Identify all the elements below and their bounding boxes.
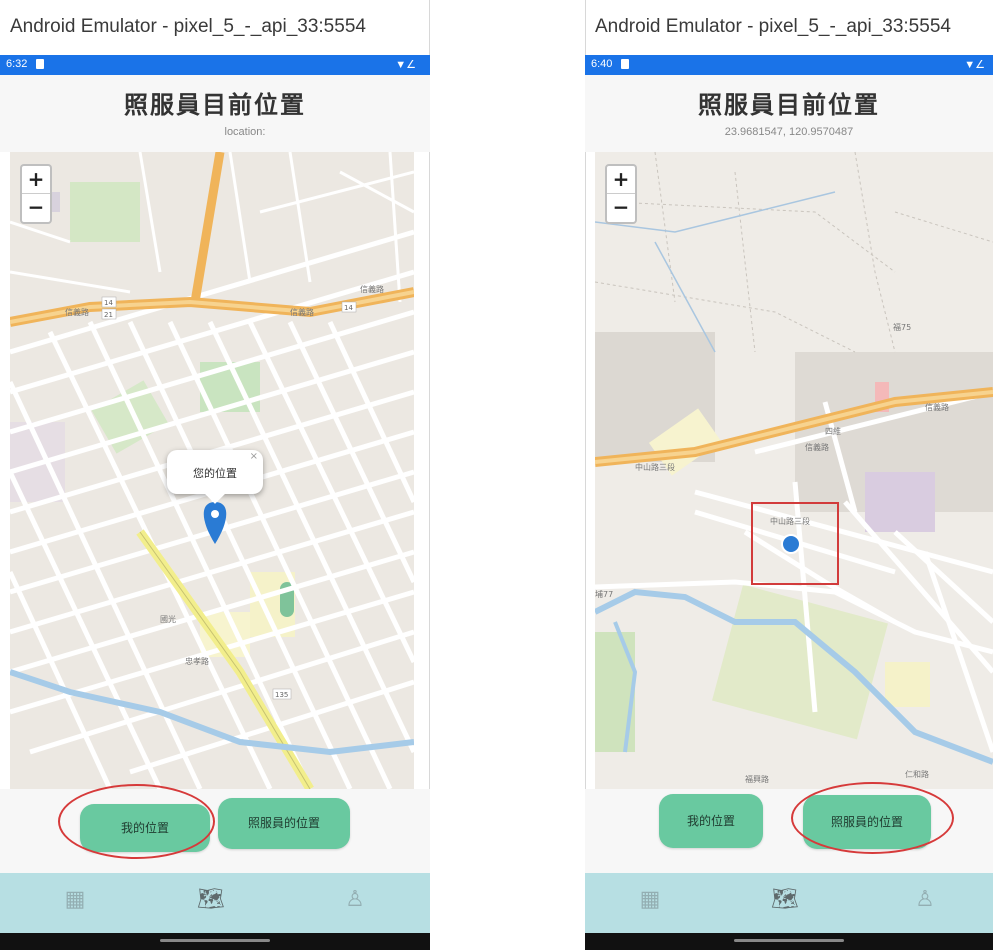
svg-text:信義路: 信義路 xyxy=(925,402,949,412)
svg-text:14: 14 xyxy=(344,304,353,312)
page-title: 照服員目前位置 xyxy=(124,91,306,119)
location-text: location: xyxy=(224,126,266,138)
user-icon[interactable]: ♙ xyxy=(910,887,940,917)
svg-text:信義路: 信義路 xyxy=(805,442,829,452)
svg-text:埔77: 埔77 xyxy=(595,589,613,599)
window-title: Android Emulator - pixel_5_-_api_33:5554 xyxy=(595,16,951,37)
status-bar: 6:32 ▼∠ xyxy=(0,55,430,75)
svg-text:信義路: 信義路 xyxy=(360,284,384,294)
home-pill[interactable] xyxy=(160,939,270,942)
dashboard-icon[interactable]: ▦ xyxy=(60,887,90,917)
wifi-signal-icon: ▼∠ xyxy=(964,59,985,71)
svg-text:仁和路: 仁和路 xyxy=(905,769,929,779)
bottom-nav: ▦ 🗺 ♙ xyxy=(0,873,430,933)
svg-text:信義路: 信義路 xyxy=(65,307,89,317)
svg-text:忠孝路: 忠孝路 xyxy=(185,656,209,666)
wifi-signal-icon: ▼∠ xyxy=(395,59,416,71)
sd-card-icon xyxy=(621,59,629,69)
map-view[interactable]: 信義路 信義路 信義路 國光 忠孝路 14 21 14 135 + − × 您的… xyxy=(10,152,414,789)
system-nav-bar xyxy=(585,933,993,950)
svg-text:福興路: 福興路 xyxy=(745,774,769,784)
sd-card-icon xyxy=(36,59,44,69)
caregiver-location-button[interactable]: 照服員的位置 xyxy=(218,798,350,849)
user-icon[interactable]: ♙ xyxy=(340,887,370,917)
dashboard-icon[interactable]: ▦ xyxy=(635,887,665,917)
my-location-button[interactable]: 我的位置 xyxy=(659,794,763,848)
zoom-in-button[interactable]: + xyxy=(607,166,635,194)
emulator-window-left: Android Emulator - pixel_5_-_api_33:5554… xyxy=(0,0,430,950)
svg-text:中山路三段: 中山路三段 xyxy=(635,462,675,472)
status-time: 6:40 xyxy=(591,58,613,70)
home-pill[interactable] xyxy=(734,939,844,942)
location-popup[interactable]: × 您的位置 xyxy=(167,450,263,504)
emulator-window-right: Android Emulator - pixel_5_-_api_33:5554… xyxy=(585,0,993,950)
map-tiles: 中山路三段 信義路 信義路 中山路三段 四維 埔77 福興路 仁和路 福75 xyxy=(595,152,993,789)
button-bar: 我的位置 照服員的位置 xyxy=(0,784,430,873)
svg-text:四維: 四維 xyxy=(825,426,841,436)
highlight-ring xyxy=(58,784,215,859)
svg-text:14: 14 xyxy=(104,299,113,307)
svg-text:135: 135 xyxy=(275,691,288,699)
highlight-box xyxy=(751,502,839,585)
zoom-in-button[interactable]: + xyxy=(22,166,50,194)
map-pin-icon[interactable]: 🗺 xyxy=(770,887,800,917)
zoom-out-button[interactable]: − xyxy=(22,194,50,222)
svg-text:21: 21 xyxy=(104,311,113,319)
bottom-nav: ▦ 🗺 ♙ xyxy=(585,873,993,933)
app-header: 照服員目前位置 23.9681547, 120.9570487 xyxy=(585,75,993,152)
window-title: Android Emulator - pixel_5_-_api_33:5554 xyxy=(10,16,366,37)
zoom-control: + − xyxy=(20,164,52,224)
svg-text:國光: 國光 xyxy=(160,614,176,624)
system-nav-bar xyxy=(0,933,430,950)
status-bar: 6:40 ▼∠ xyxy=(585,55,993,75)
map-view[interactable]: 中山路三段 信義路 信義路 中山路三段 四維 埔77 福興路 仁和路 福75 +… xyxy=(595,152,993,789)
app-header: 照服員目前位置 location: xyxy=(0,75,430,152)
button-bar: 我的位置 照服員的位置 xyxy=(585,782,993,873)
svg-text:信義路: 信義路 xyxy=(290,307,314,317)
popup-text: 您的位置 xyxy=(193,467,237,480)
status-time: 6:32 xyxy=(6,58,28,70)
location-coordinates: 23.9681547, 120.9570487 xyxy=(724,126,854,138)
zoom-out-button[interactable]: − xyxy=(607,194,635,222)
zoom-control: + − xyxy=(605,164,637,224)
svg-text:福75: 福75 xyxy=(893,323,911,332)
map-pin-icon[interactable]: 🗺 xyxy=(196,887,226,917)
page-title: 照服員目前位置 xyxy=(698,91,880,119)
highlight-ring xyxy=(791,782,954,854)
